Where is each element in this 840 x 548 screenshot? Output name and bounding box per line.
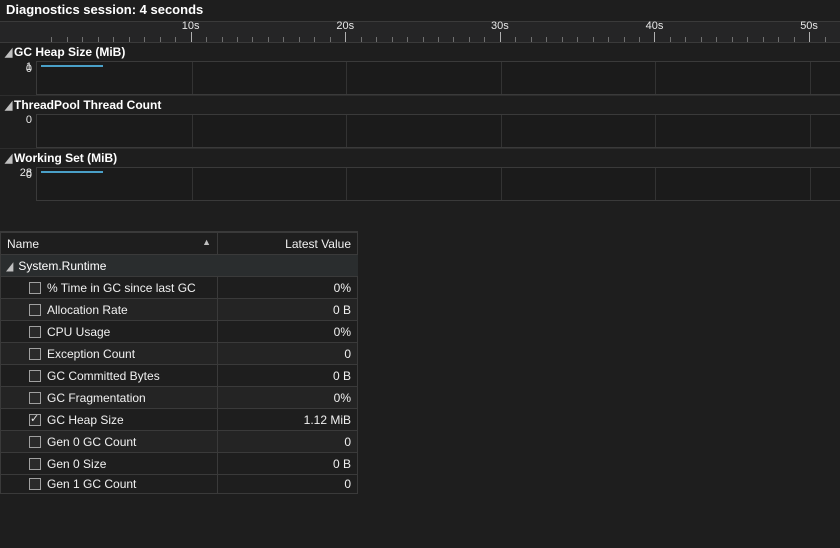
counter-value: 0% [218,277,358,299]
checkbox[interactable] [29,478,41,490]
counter-name: % Time in GC since last GC [47,281,196,295]
collapse-icon: ◢ [5,98,13,112]
collapse-icon: ◢ [5,45,13,59]
counter-name: Exception Count [47,347,135,361]
chart-header[interactable]: ◢ Working Set (MiB) [0,148,840,167]
ruler-label: 30s [491,20,509,32]
ruler-label: 20s [336,20,354,32]
checkbox[interactable] [29,458,41,470]
chart-title: ThreadPool Thread Count [14,98,161,112]
counter-name: Gen 0 Size [47,457,106,471]
ruler-label: 50s [800,20,818,32]
counter-name: Gen 1 GC Count [47,477,136,491]
collapse-icon: ◢ [5,151,13,165]
counter-group-label: System.Runtime [18,259,106,273]
counter-name: GC Fragmentation [47,391,146,405]
counter-name: Gen 0 GC Count [47,435,136,449]
chart-y-axis: 0 [0,114,36,126]
counter-row[interactable]: Allocation Rate 0 B [1,299,358,321]
ruler-label: 40s [646,20,664,32]
checkbox[interactable] [29,436,41,448]
counter-row[interactable]: CPU Usage 0% [1,321,358,343]
counter-value: 0% [218,387,358,409]
counter-row[interactable]: Gen 0 GC Count 0 [1,431,358,453]
counter-name: Allocation Rate [47,303,128,317]
timeline-ruler[interactable]: 10s 20s 30s 40s 50s [0,21,840,43]
column-header-value[interactable]: Latest Value [218,233,358,255]
counter-group-row[interactable]: ◢ System.Runtime [1,255,358,277]
collapse-icon: ◢ [6,259,14,273]
counter-value: 0 B [218,299,358,321]
chart-y-axis: 10 [0,61,36,73]
checkbox[interactable] [29,304,41,316]
session-title: Diagnostics session: 4 seconds [0,0,840,21]
counter-value: 0 [218,343,358,365]
counter-row[interactable]: Gen 0 Size 0 B [1,453,358,475]
counter-name: GC Committed Bytes [47,369,160,383]
chart-series [41,65,103,67]
checkbox[interactable] [29,348,41,360]
counter-name: GC Heap Size [47,413,124,427]
counter-value: 0% [218,321,358,343]
counter-value: 0 B [218,453,358,475]
checkbox[interactable] [29,414,41,426]
chart-plot-area[interactable] [36,167,840,201]
chart-plot-area[interactable] [36,61,840,95]
counter-row[interactable]: GC Heap Size 1.12 MiB [1,409,358,431]
counter-row[interactable]: GC Committed Bytes 0 B [1,365,358,387]
counter-value: 0 [218,431,358,453]
column-header-name[interactable]: Name ▲ [1,233,218,255]
counter-row[interactable]: GC Fragmentation 0% [1,387,358,409]
counter-name: CPU Usage [47,325,110,339]
checkbox[interactable] [29,326,41,338]
counter-value: 0 [218,475,358,494]
counter-row[interactable]: Gen 1 GC Count 0 [1,475,358,494]
chart-header[interactable]: ◢ GC Heap Size (MiB) [0,43,840,61]
counter-row[interactable]: Exception Count 0 [1,343,358,365]
chart-plot-area[interactable] [36,114,840,148]
sort-asc-icon: ▲ [202,237,211,247]
checkbox[interactable] [29,392,41,404]
chart-y-axis: 280 [0,167,36,179]
checkbox[interactable] [29,370,41,382]
chart-title: Working Set (MiB) [14,151,117,165]
checkbox[interactable] [29,282,41,294]
counter-value: 1.12 MiB [218,409,358,431]
splitter[interactable] [0,201,840,231]
counter-row[interactable]: % Time in GC since last GC 0% [1,277,358,299]
counters-table: Name ▲ Latest Value ◢ System.Runtime% Ti… [0,231,358,494]
chart-title: GC Heap Size (MiB) [14,45,125,59]
ruler-label: 10s [182,20,200,32]
chart-series [41,171,103,173]
chart-header[interactable]: ◢ ThreadPool Thread Count [0,95,840,114]
counter-value: 0 B [218,365,358,387]
